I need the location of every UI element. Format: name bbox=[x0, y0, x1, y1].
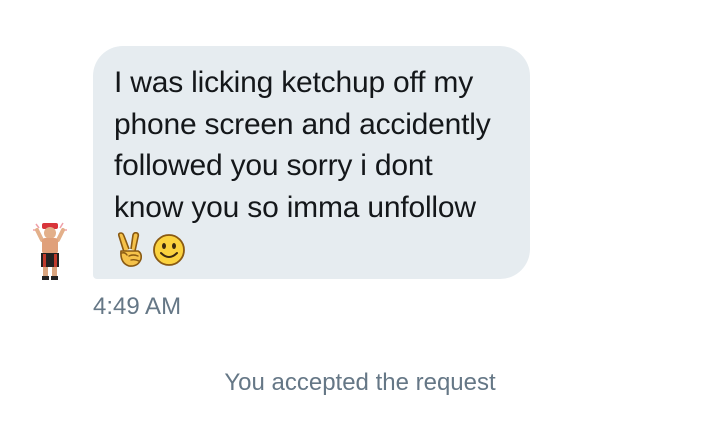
avatar-figure-icon bbox=[33, 222, 67, 280]
smiling-face-emoji-icon bbox=[152, 233, 186, 267]
message-timestamp: 4:49 AM bbox=[93, 293, 182, 320]
message-text: I was licking ketchup off my phone scree… bbox=[114, 66, 491, 224]
victory-hand-emoji-icon bbox=[114, 232, 148, 268]
message-emoji-row bbox=[114, 228, 510, 272]
message-bubble[interactable]: I was licking ketchup off my phone scree… bbox=[93, 46, 530, 279]
request-accepted-notice: You accepted the request bbox=[224, 369, 496, 396]
sender-avatar[interactable] bbox=[30, 218, 70, 282]
